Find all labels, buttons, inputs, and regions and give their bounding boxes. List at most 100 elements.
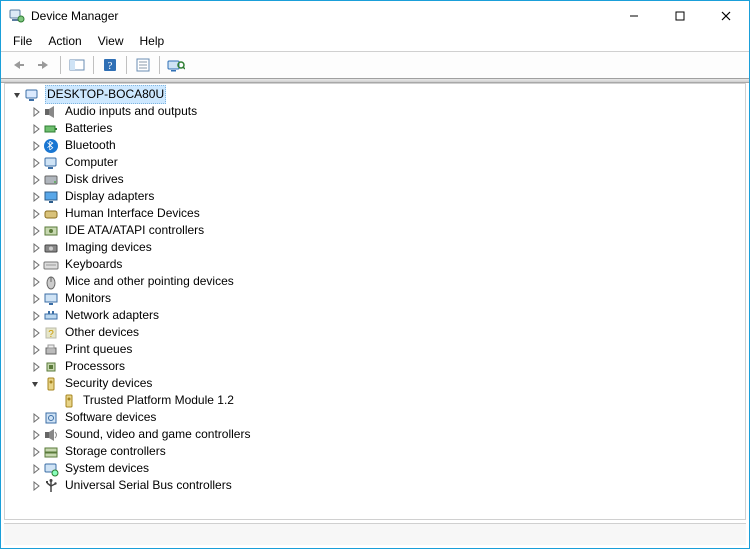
chevron-right-icon[interactable] — [29, 428, 43, 442]
hid-icon — [43, 206, 59, 222]
tree-category-node[interactable]: Computer — [5, 154, 745, 171]
tree-category-node[interactable]: Network adapters — [5, 307, 745, 324]
tree-category-node[interactable]: Mice and other pointing devices — [5, 273, 745, 290]
properties-icon — [135, 58, 151, 72]
chevron-right-icon[interactable] — [29, 207, 43, 221]
tree-category-node[interactable]: Universal Serial Bus controllers — [5, 477, 745, 494]
tree-node-label: Audio inputs and outputs — [63, 103, 199, 120]
software-icon — [43, 410, 59, 426]
toolbar-separator — [126, 56, 127, 74]
toolbar-back-button[interactable] — [6, 54, 30, 76]
storage-icon — [43, 444, 59, 460]
chevron-right-icon[interactable] — [29, 139, 43, 153]
tree-category-node[interactable]: ? Other devices — [5, 324, 745, 341]
tree-category-node[interactable]: Print queues — [5, 341, 745, 358]
chevron-right-icon[interactable] — [29, 462, 43, 476]
device-tree: DESKTOP-BOCA80UAudio inputs and outputsB… — [5, 84, 745, 498]
tree-node-label: Other devices — [63, 324, 141, 341]
tree-root-node[interactable]: DESKTOP-BOCA80U — [5, 86, 745, 103]
tree-category-node[interactable]: Audio inputs and outputs — [5, 103, 745, 120]
tree-category-node[interactable]: Human Interface Devices — [5, 205, 745, 222]
menu-help[interactable]: Help — [132, 33, 173, 49]
other-icon: ? — [43, 325, 59, 341]
tree-node-label: Mice and other pointing devices — [63, 273, 236, 290]
tree-device-node[interactable]: Trusted Platform Module 1.2 — [5, 392, 745, 409]
printer-icon — [43, 342, 59, 358]
minimize-button[interactable] — [611, 1, 657, 31]
bluetooth-icon — [43, 138, 59, 154]
tree-node-label: DESKTOP-BOCA80U — [45, 85, 166, 104]
chevron-right-icon[interactable] — [29, 173, 43, 187]
chevron-right-icon[interactable] — [29, 309, 43, 323]
chevron-right-icon[interactable] — [29, 411, 43, 425]
tree-node-label: Trusted Platform Module 1.2 — [81, 392, 236, 409]
tree-category-node[interactable]: Keyboards — [5, 256, 745, 273]
tree-node-label: Storage controllers — [63, 443, 168, 460]
security-icon — [61, 393, 77, 409]
toolbar: ? — [1, 51, 749, 79]
chevron-right-icon[interactable] — [29, 190, 43, 204]
chevron-right-icon[interactable] — [29, 479, 43, 493]
tree-category-node[interactable]: Sound, video and game controllers — [5, 426, 745, 443]
menu-file[interactable]: File — [5, 33, 40, 49]
chevron-right-icon[interactable] — [29, 241, 43, 255]
tree-node-label: IDE ATA/ATAPI controllers — [63, 222, 206, 239]
statusbar — [4, 523, 746, 545]
network-icon — [43, 308, 59, 324]
chevron-right-icon[interactable] — [29, 343, 43, 357]
tree-node-label: Processors — [63, 358, 127, 375]
device-tree-pane[interactable]: DESKTOP-BOCA80UAudio inputs and outputsB… — [4, 83, 746, 520]
chevron-down-icon[interactable] — [11, 88, 25, 102]
chevron-right-icon[interactable] — [29, 445, 43, 459]
tree-category-node[interactable]: Bluetooth — [5, 137, 745, 154]
tree-category-node[interactable]: System devices — [5, 460, 745, 477]
menu-action[interactable]: Action — [40, 33, 89, 49]
tree-node-label: Security devices — [63, 375, 154, 392]
tree-category-node[interactable]: Software devices — [5, 409, 745, 426]
maximize-button[interactable] — [657, 1, 703, 31]
chevron-right-icon[interactable] — [29, 275, 43, 289]
chevron-right-icon[interactable] — [29, 105, 43, 119]
chevron-right-icon[interactable] — [29, 122, 43, 136]
tree-node-label: Sound, video and game controllers — [63, 426, 252, 443]
chevron-right-icon[interactable] — [29, 360, 43, 374]
toolbar-properties-button[interactable] — [131, 54, 155, 76]
close-button[interactable] — [703, 1, 749, 31]
svg-text:?: ? — [48, 329, 54, 340]
tree-node-label: Batteries — [63, 120, 114, 137]
system-icon — [43, 461, 59, 477]
chevron-right-icon[interactable] — [29, 292, 43, 306]
toolbar-forward-button[interactable] — [32, 54, 56, 76]
tree-node-label: Human Interface Devices — [63, 205, 202, 222]
imaging-icon — [43, 240, 59, 256]
chevron-right-icon[interactable] — [29, 156, 43, 170]
tree-node-label: System devices — [63, 460, 151, 477]
toolbar-help-button[interactable]: ? — [98, 54, 122, 76]
chevron-right-icon[interactable] — [29, 224, 43, 238]
tree-category-node[interactable]: Storage controllers — [5, 443, 745, 460]
toolbar-scan-button[interactable] — [164, 54, 188, 76]
toolbar-console-tree-button[interactable] — [65, 54, 89, 76]
chevron-down-icon[interactable] — [29, 377, 43, 391]
chevron-right-icon[interactable] — [29, 326, 43, 340]
tree-node-label: Computer — [63, 154, 120, 171]
menu-view[interactable]: View — [90, 33, 132, 49]
sound-icon — [43, 427, 59, 443]
tree-node-label: Bluetooth — [63, 137, 118, 154]
tree-category-node[interactable]: IDE ATA/ATAPI controllers — [5, 222, 745, 239]
arrow-right-icon — [36, 58, 52, 72]
app-icon — [9, 8, 25, 24]
tree-category-node[interactable]: Security devices — [5, 375, 745, 392]
tree-category-node[interactable]: Monitors — [5, 290, 745, 307]
chevron-right-icon[interactable] — [29, 258, 43, 272]
tree-category-node[interactable]: Display adapters — [5, 188, 745, 205]
tree-category-node[interactable]: Batteries — [5, 120, 745, 137]
chevron-right-icon — [47, 394, 61, 408]
tree-category-node[interactable]: Processors — [5, 358, 745, 375]
tree-category-node[interactable]: Disk drives — [5, 171, 745, 188]
keyboard-icon — [43, 257, 59, 273]
monitor-icon — [43, 291, 59, 307]
security-icon — [43, 376, 59, 392]
tree-category-node[interactable]: Imaging devices — [5, 239, 745, 256]
panel-icon — [69, 58, 85, 72]
